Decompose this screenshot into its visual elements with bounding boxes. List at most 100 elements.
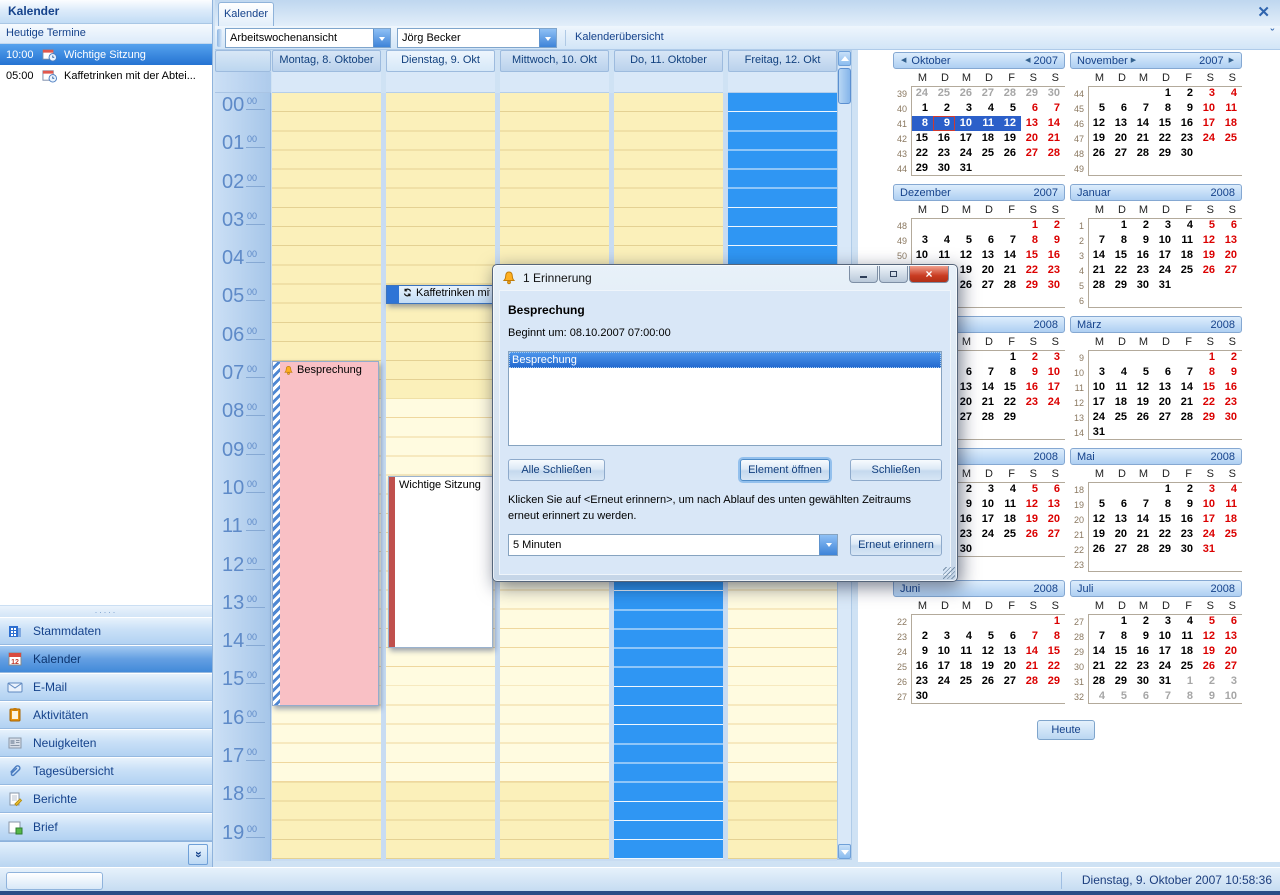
mini-calendar-day[interactable]: 9 xyxy=(1132,629,1154,644)
mini-calendar-day[interactable]: 4 xyxy=(999,482,1021,497)
mini-calendar-day[interactable] xyxy=(1088,161,1110,176)
mini-calendar-day[interactable]: 5 xyxy=(1021,482,1043,497)
mini-calendar-day[interactable]: 27 xyxy=(1154,410,1176,425)
mini-calendar-day[interactable]: 26 xyxy=(1198,659,1220,674)
mini-calendar-day[interactable]: 27 xyxy=(1021,146,1043,161)
mini-calendar-day[interactable] xyxy=(911,614,933,629)
close-reminder-button[interactable]: Schließen xyxy=(850,459,942,481)
mini-calendar-day[interactable]: 11 xyxy=(999,497,1021,512)
mini-calendar-day[interactable]: 23 xyxy=(1132,263,1154,278)
mini-calendar-day[interactable]: 3 xyxy=(977,482,999,497)
mini-calendar-day[interactable]: 23 xyxy=(1043,263,1065,278)
mini-calendar-day[interactable]: 27 xyxy=(955,410,977,425)
mini-calendar-day[interactable]: 11 xyxy=(1176,233,1198,248)
today-button[interactable]: Heute xyxy=(1037,720,1095,740)
mini-calendar-day[interactable] xyxy=(1088,614,1110,629)
mini-calendar-day[interactable]: 14 xyxy=(1176,380,1198,395)
mini-calendar-day[interactable]: 24 xyxy=(955,146,977,161)
mini-calendar-day[interactable]: 29 xyxy=(1043,674,1065,689)
calendar-event[interactable]: Besprechung xyxy=(272,361,379,706)
mini-calendar-day[interactable]: 28 xyxy=(1043,146,1065,161)
mini-calendar-day[interactable]: 25 xyxy=(1176,659,1198,674)
mini-calendar-day[interactable] xyxy=(1088,293,1110,308)
chevron-down-icon[interactable] xyxy=(539,29,556,47)
day-column-header[interactable]: Mittwoch, 10. Okt xyxy=(500,50,609,72)
mini-calendar-day[interactable]: 6 xyxy=(1220,218,1242,233)
mini-calendar-day[interactable] xyxy=(1132,161,1154,176)
sidebar-item-tages-bersicht[interactable]: Tagesübersicht xyxy=(0,757,212,785)
mini-calendar-day[interactable]: 27 xyxy=(1043,527,1065,542)
mini-calendar-day[interactable]: 12 xyxy=(1088,512,1110,527)
scroll-down-icon[interactable] xyxy=(838,844,851,859)
mini-calendar-day[interactable]: 13 xyxy=(1043,497,1065,512)
mini-calendar-day[interactable] xyxy=(1110,86,1132,101)
mini-calendar-day[interactable]: 3 xyxy=(955,101,977,116)
mini-calendar-day[interactable]: 29 xyxy=(1021,86,1043,101)
mini-calendar-day[interactable]: 2 xyxy=(933,101,955,116)
mini-calendar-day[interactable]: 31 xyxy=(955,161,977,176)
mini-calendar-day[interactable] xyxy=(1176,161,1198,176)
mini-calendar-day[interactable]: 2 xyxy=(1198,674,1220,689)
mini-calendar-day[interactable]: 13 xyxy=(1220,629,1242,644)
mini-calendar-day[interactable]: 21 xyxy=(1088,659,1110,674)
mini-calendar-day[interactable]: 27 xyxy=(1220,659,1242,674)
mini-calendar-day[interactable]: 19 xyxy=(955,263,977,278)
mini-calendar-day[interactable]: 9 xyxy=(1043,233,1065,248)
mini-calendar-day[interactable]: 26 xyxy=(977,674,999,689)
mini-calendar-day[interactable]: 16 xyxy=(1043,248,1065,263)
open-item-button[interactable]: Element öffnen xyxy=(740,459,830,481)
mini-calendar-day[interactable]: 28 xyxy=(999,278,1021,293)
mini-calendar-day[interactable]: 9 xyxy=(1132,233,1154,248)
mini-calendar-day[interactable] xyxy=(1176,278,1198,293)
mini-calendar-day[interactable]: 28 xyxy=(1132,146,1154,161)
mini-calendar-day[interactable]: 7 xyxy=(977,365,999,380)
mini-calendar-day[interactable] xyxy=(1176,557,1198,572)
mini-calendar-day[interactable]: 1 xyxy=(1110,614,1132,629)
mini-calendar-day[interactable]: 30 xyxy=(1132,278,1154,293)
mini-calendar-day[interactable]: 16 xyxy=(1220,380,1242,395)
mini-calendar-day[interactable]: 9 xyxy=(955,497,977,512)
mini-calendar-day[interactable]: 2 xyxy=(911,629,933,644)
mini-calendar-day[interactable]: 23 xyxy=(933,146,955,161)
mini-calendar-day[interactable]: 28 xyxy=(977,410,999,425)
mini-calendar-day[interactable] xyxy=(1198,425,1220,440)
mini-calendar-day[interactable]: 24 xyxy=(911,86,933,101)
mini-calendar-day[interactable]: 20 xyxy=(1220,248,1242,263)
mini-calendar-day[interactable]: 27 xyxy=(1110,146,1132,161)
mini-calendar-day[interactable]: 3 xyxy=(1154,218,1176,233)
mini-calendar-day[interactable]: 13 xyxy=(999,644,1021,659)
mini-calendar-day[interactable] xyxy=(1088,350,1110,365)
mini-calendar-day[interactable]: 25 xyxy=(977,146,999,161)
mini-calendar-day[interactable]: 20 xyxy=(1021,131,1043,146)
mini-calendar-day[interactable]: 6 xyxy=(1154,365,1176,380)
mini-calendar-day[interactable]: 16 xyxy=(1132,644,1154,659)
mini-calendar-day[interactable]: 28 xyxy=(1088,674,1110,689)
mini-calendar-day[interactable]: 3 xyxy=(1043,350,1065,365)
mini-calendar-day[interactable] xyxy=(1154,425,1176,440)
mini-calendar-day[interactable]: 2 xyxy=(1043,218,1065,233)
mini-calendar-day[interactable] xyxy=(1021,614,1043,629)
mini-calendar-day[interactable]: 5 xyxy=(1088,497,1110,512)
mini-calendar-day[interactable]: 19 xyxy=(999,131,1021,146)
mini-calendar-day[interactable]: 1 xyxy=(999,350,1021,365)
mini-calendar-day[interactable]: 24 xyxy=(977,527,999,542)
mini-calendar-day[interactable]: 8 xyxy=(1176,689,1198,704)
mini-calendar-day[interactable]: 10 xyxy=(1220,689,1242,704)
mini-calendar-day[interactable]: 16 xyxy=(911,659,933,674)
mini-calendar-day[interactable]: 13 xyxy=(955,380,977,395)
mini-calendar-day[interactable] xyxy=(977,161,999,176)
mini-calendar-day[interactable]: 1 xyxy=(1154,482,1176,497)
mini-calendar-day[interactable] xyxy=(933,689,955,704)
mini-calendar-day[interactable]: 17 xyxy=(955,131,977,146)
mini-calendar-day[interactable]: 5 xyxy=(1198,614,1220,629)
mini-calendar-day[interactable] xyxy=(1088,218,1110,233)
mini-calendar-day[interactable] xyxy=(1132,482,1154,497)
mini-calendar-day[interactable]: 4 xyxy=(1176,218,1198,233)
mini-calendar-day[interactable]: 3 xyxy=(1220,674,1242,689)
sidebar-item-e-mail[interactable]: E-Mail xyxy=(0,673,212,701)
mini-calendar-day[interactable] xyxy=(999,161,1021,176)
mini-calendar-day[interactable]: 1 xyxy=(1154,86,1176,101)
mini-calendar-day[interactable]: 6 xyxy=(1110,497,1132,512)
mini-calendar-day[interactable]: 12 xyxy=(977,644,999,659)
mini-calendar-day[interactable]: 11 xyxy=(1220,101,1242,116)
